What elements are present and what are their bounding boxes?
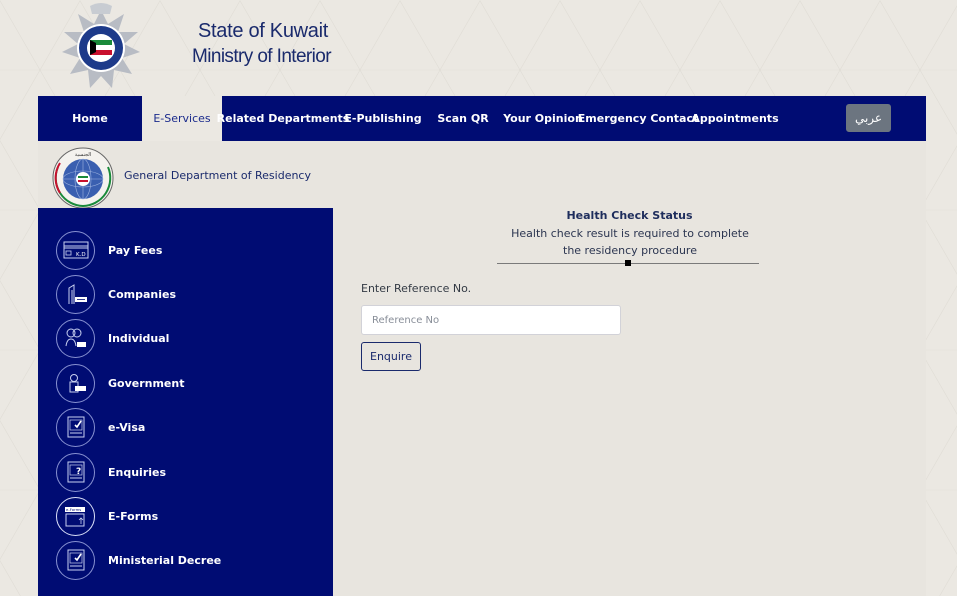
- sidebar-item-e-forms[interactable]: e-Forms E-Forms: [56, 496, 158, 536]
- sidebar-item-e-visa[interactable]: e-Visa: [56, 407, 145, 447]
- svg-text:?: ?: [76, 467, 81, 477]
- sidebar-label: Individual: [108, 331, 170, 345]
- sidebar-item-individual[interactable]: Individual: [56, 318, 169, 358]
- document-check-icon: [56, 540, 95, 580]
- building-icon: [56, 274, 95, 314]
- services-sidebar: K.D Pay Fees Companies Individual Govern…: [38, 208, 333, 596]
- sidebar-label: Government: [108, 376, 185, 390]
- residency-department-logo: الجنسية: [52, 147, 114, 209]
- eforms-icon: e-Forms: [56, 496, 95, 536]
- svg-text:الجنسية: الجنسية: [75, 152, 91, 158]
- document-check-icon: [56, 407, 95, 447]
- nav-emergency-contact[interactable]: Emergency Contact: [578, 96, 698, 141]
- nav-related-departments[interactable]: Related Departments: [217, 96, 350, 141]
- sidebar-label: e-Visa: [108, 420, 146, 434]
- main-navbar: Home E-Services Related Departments E-Pu…: [38, 96, 926, 141]
- divider-marker: [625, 260, 631, 266]
- site-title-line2: Ministry of Interior: [192, 46, 332, 67]
- sidebar-label: Companies: [108, 287, 176, 301]
- sidebar-label: Enquiries: [108, 465, 167, 479]
- health-check-panel: Health Check Status Health check result …: [333, 208, 926, 596]
- reference-number-label: Enter Reference No.: [361, 282, 472, 295]
- site-header: State of Kuwait Ministry of Interior: [0, 0, 957, 96]
- site-title: State of Kuwait Ministry of Interior: [192, 18, 332, 70]
- kuwait-police-logo[interactable]: [56, 2, 146, 92]
- nav-your-opinion[interactable]: Your Opinion: [503, 96, 583, 141]
- department-title: General Department of Residency: [124, 169, 311, 182]
- page-description: Health check result is required to compl…: [511, 227, 749, 257]
- content-area: الجنسية General Department of Residency …: [38, 141, 926, 596]
- sidebar-label: Ministerial Decree: [108, 553, 222, 567]
- site-title-line1: State of Kuwait: [198, 20, 329, 42]
- card-kd-icon: K.D: [56, 230, 95, 270]
- svg-text:e-Forms: e-Forms: [66, 507, 81, 512]
- nav-e-publishing[interactable]: E-Publishing: [344, 96, 422, 141]
- people-icon: [56, 318, 95, 358]
- document-question-icon: ?: [56, 452, 95, 492]
- government-icon: [56, 363, 95, 403]
- sidebar-item-enquiries[interactable]: ? Enquiries: [56, 452, 166, 492]
- sidebar-label: E-Forms: [108, 509, 159, 523]
- page-title: Health Check Status: [566, 209, 693, 222]
- nav-appointments[interactable]: Appointments: [691, 96, 778, 141]
- nav-e-services[interactable]: E-Services: [142, 96, 222, 141]
- reference-number-input[interactable]: [361, 305, 621, 335]
- enquire-button[interactable]: Enquire: [361, 342, 421, 371]
- nav-home[interactable]: Home: [38, 96, 142, 141]
- sidebar-item-ministerial-decree[interactable]: Ministerial Decree: [56, 540, 221, 580]
- nav-scan-qr[interactable]: Scan QR: [422, 96, 504, 141]
- sidebar-item-pay-fees[interactable]: K.D Pay Fees: [56, 230, 162, 270]
- language-toggle-button[interactable]: عربي: [846, 104, 891, 132]
- sidebar-item-companies[interactable]: Companies: [56, 274, 176, 314]
- sidebar-label: Pay Fees: [108, 243, 163, 257]
- svg-text:K.D: K.D: [76, 252, 86, 258]
- sidebar-item-government[interactable]: Government: [56, 363, 184, 403]
